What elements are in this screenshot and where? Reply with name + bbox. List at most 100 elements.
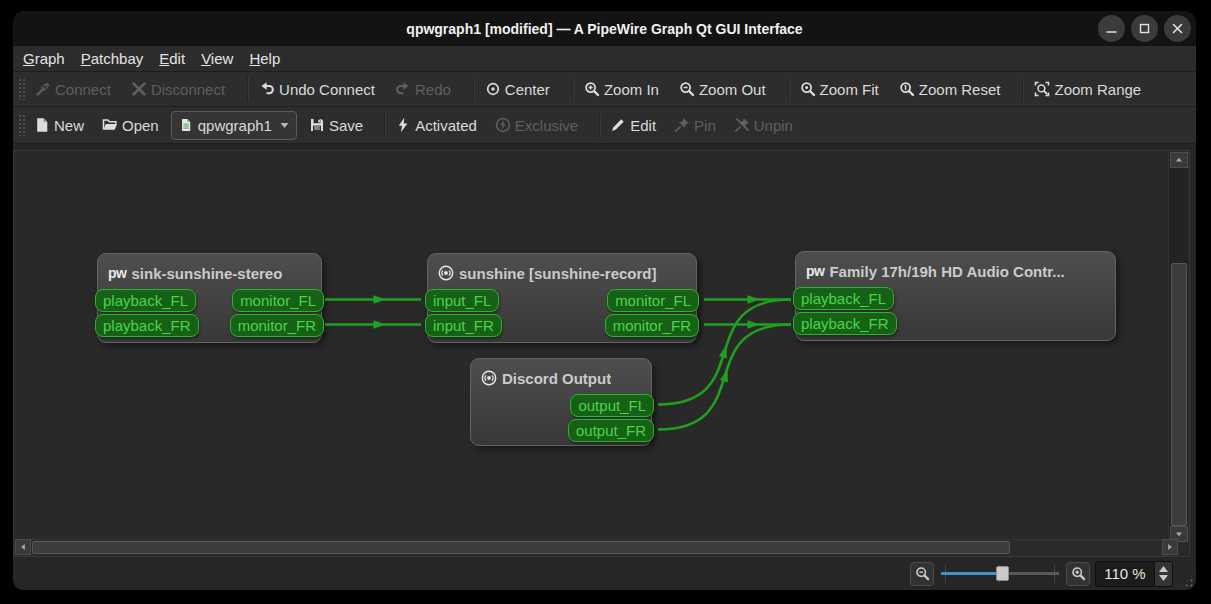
scroll-up-button[interactable] [1170,152,1188,168]
title-bar[interactable]: qpwgraph1 [modified] — A PipeWire Graph … [13,11,1196,46]
toolbar-handle[interactable] [18,78,25,100]
zoom-spin-buttons[interactable] [1154,562,1172,586]
zoom-reset-button[interactable]: Zoom Reset [889,72,1011,106]
toolbar-button-label: Zoom Reset [919,81,1001,98]
node-header: sunshine [sunshine-record] [428,254,696,286]
activated-button[interactable]: Activated [386,107,486,143]
maximize-button[interactable] [1131,15,1158,42]
unpin-icon [734,117,750,133]
horizontal-scroll-thumb[interactable] [32,541,1010,554]
zoom-range-button[interactable]: Zoom Range [1024,72,1151,106]
patchbay-combo[interactable]: qpwgraph1 [171,111,297,140]
toolbar-button-label: Edit [630,117,656,134]
menu-edit[interactable]: Edit [151,48,193,70]
port-input-playback_FR[interactable]: playback_FR [95,314,199,337]
menu-patchbay[interactable]: Patchbay [73,48,152,70]
redo-button[interactable]: Redo [385,72,461,106]
new-button[interactable]: New [25,107,93,143]
node-sink[interactable]: pwsink-sunshine-stereoplayback_FLmonitor… [97,253,322,343]
combo-dropdown-icon [280,122,289,129]
zoom-out-button[interactable]: Zoom Out [669,72,776,106]
minimize-button[interactable] [1098,15,1125,42]
menu-help[interactable]: Help [241,48,288,70]
node-header: pwsink-sunshine-stereo [98,254,321,286]
zoom-slider[interactable] [941,564,1059,584]
toolbar-button-label: Save [329,117,363,134]
open-icon [102,117,118,133]
port-input-input_FR[interactable]: input_FR [425,314,502,337]
pin-button[interactable]: Pin [665,107,725,143]
center-icon [485,81,501,97]
bolt-icon [395,117,411,133]
slider-handle[interactable] [996,566,1009,581]
scroll-right-button[interactable] [1162,539,1178,555]
toolbar-button-label: Undo Connect [279,81,375,98]
horizontal-scrollbar[interactable] [15,539,1178,555]
wire-arrow [748,320,761,328]
toolbar-button-label: Exclusive [515,117,578,134]
zoom-fit-button[interactable]: Zoom Fit [790,72,889,106]
vertical-scrollbar[interactable] [1168,152,1188,541]
port-output-monitor_FL[interactable]: monitor_FL [232,289,324,312]
port-row: output_FR [471,419,651,442]
open-button[interactable]: Open [93,107,168,143]
patchbay-file-icon [179,118,193,132]
node-discord[interactable]: Discord Outputoutput_FLoutput_FR [470,358,652,446]
pw-icon: pw [806,263,824,279]
toolbar-button-label: Zoom Fit [820,81,879,98]
port-row: output_FL [471,394,651,417]
graph-canvas[interactable]: pwsink-sunshine-stereoplayback_FLmonitor… [13,150,1190,557]
port-input-input_FL[interactable]: input_FL [425,289,499,312]
scroll-left-button[interactable] [15,539,31,555]
undo-connect-button[interactable]: Undo Connect [249,72,385,106]
unpin-button[interactable]: Unpin [725,107,802,143]
patchbay-combo-value: qpwgraph1 [198,117,272,134]
exclusive-button[interactable]: Exclusive [486,107,587,143]
toolbar-button-label: Center [505,81,550,98]
toolbar-button-label: Pin [694,117,716,134]
connect-icon [35,81,51,97]
node-sunshine[interactable]: sunshine [sunshine-record]input_FLmonito… [427,253,697,343]
status-bar: 110 % [13,557,1196,590]
toolbar-button-label: Connect [55,81,111,98]
port-input-playback_FL[interactable]: playback_FL [793,287,894,310]
toolbar-handle[interactable] [18,114,25,136]
menu-graph[interactable]: Graph [15,48,73,70]
menu-view[interactable]: View [193,48,241,70]
wire-arrow [719,344,731,358]
status-zoom-out-button[interactable] [910,562,934,586]
edit-button[interactable]: Edit [601,107,665,143]
port-output-monitor_FL[interactable]: monitor_FL [607,289,699,312]
save-button[interactable]: Save [300,107,372,143]
port-row: input_FL monitor_FL [428,289,696,312]
port-row: input_FR monitor_FR [428,314,696,337]
status-zoom-in-button[interactable] [1066,562,1090,586]
new-icon [34,117,50,133]
port-output-monitor_FR[interactable]: monitor_FR [230,314,324,337]
save-icon [309,117,325,133]
redo-icon [395,81,411,97]
zoom-spinbox[interactable]: 110 % [1095,561,1173,587]
toolbar-button-label: Open [122,117,159,134]
port-input-playback_FL[interactable]: playback_FL [95,289,196,312]
disconnect-button[interactable]: Disconnect [121,72,235,106]
vertical-scroll-thumb[interactable] [1171,263,1187,526]
menu-bar: GraphPatchbayEditViewHelp [13,46,1196,72]
toolbar-button-label: Redo [415,81,451,98]
toolbar-button-label: Zoom In [604,81,659,98]
port-input-playback_FR[interactable]: playback_FR [793,312,897,335]
node-family[interactable]: pw Family 17h/19h HD Audio Contr... playba… [795,251,1116,341]
node-title: sink-sunshine-stereo [131,265,282,282]
node-title: Family 17h/19h HD Audio Contr... [829,263,1064,280]
slider-fill [941,572,1002,575]
port-output-monitor_FR[interactable]: monitor_FR [605,314,699,337]
spin-down-icon [1159,575,1168,581]
undo-icon [259,81,275,97]
port-output-output_FL[interactable]: output_FL [570,394,654,417]
close-button[interactable] [1164,15,1191,42]
edit-icon [610,117,626,133]
zoom-in-button[interactable]: Zoom In [574,72,669,106]
center-button[interactable]: Center [475,72,560,106]
connect-button[interactable]: Connect [25,72,121,106]
port-output-output_FR[interactable]: output_FR [568,419,654,442]
